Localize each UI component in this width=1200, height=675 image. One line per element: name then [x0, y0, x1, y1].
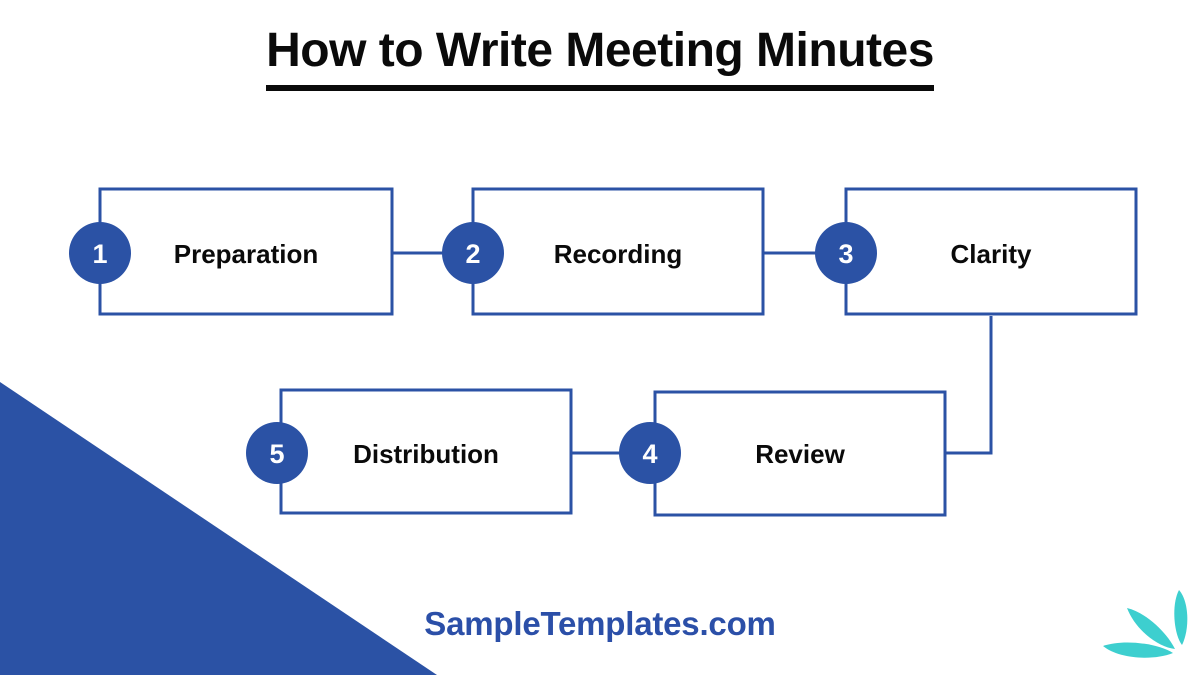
- flow-step-3[interactable]: 3 Clarity: [815, 187, 1138, 316]
- flow-step-2[interactable]: 2 Recording: [442, 187, 765, 316]
- step-number-1: 1: [92, 239, 107, 269]
- flow-step-4[interactable]: 4 Review: [619, 390, 947, 517]
- flowchart: 1 Preparation 2 Recording 3 Clarity 4 Re…: [69, 187, 1138, 517]
- step-label-4: Review: [755, 439, 845, 469]
- step-label-2: Recording: [554, 239, 683, 269]
- step-number-4: 4: [642, 439, 657, 469]
- leaf-right-icon: [1174, 590, 1188, 645]
- flow-step-1[interactable]: 1 Preparation: [69, 187, 394, 316]
- step-number-5: 5: [269, 439, 284, 469]
- step-label-3: Clarity: [951, 239, 1032, 269]
- flow-step-5[interactable]: 5 Distribution: [246, 388, 573, 515]
- leaf-decoration-icon: [1103, 590, 1188, 658]
- step-number-3: 3: [838, 239, 853, 269]
- infographic-canvas: How to Write Meeting Minutes 1 Preparati…: [0, 0, 1200, 675]
- step-label-1: Preparation: [174, 239, 319, 269]
- step-label-5: Distribution: [353, 439, 499, 469]
- step-number-2: 2: [465, 239, 480, 269]
- watermark-text: SampleTemplates.com: [424, 605, 776, 642]
- connector-step3-step4: [945, 316, 993, 455]
